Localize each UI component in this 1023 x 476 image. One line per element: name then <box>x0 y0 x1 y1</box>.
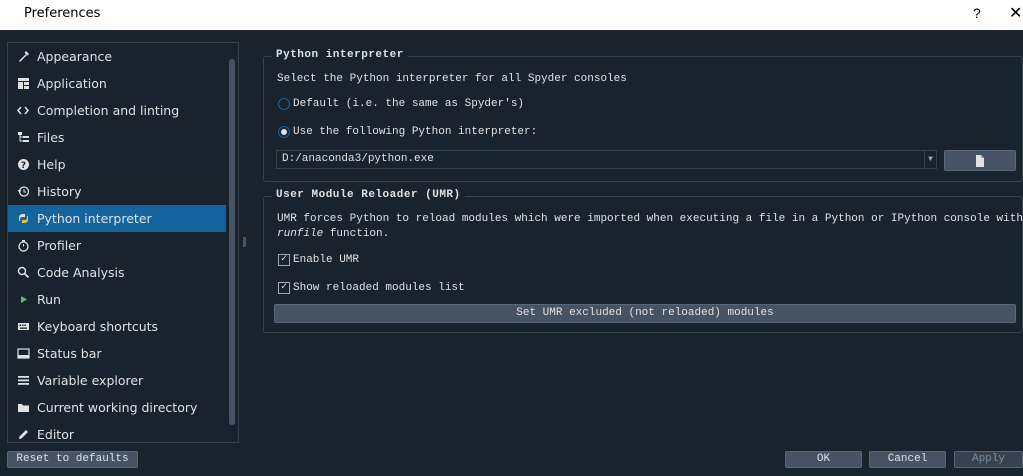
keyboard-icon <box>16 320 30 334</box>
python-interpreter-group: Python interpreter Select the Python int… <box>263 49 1023 182</box>
sidebar-item-label: Code Analysis <box>37 265 125 280</box>
play-icon <box>16 293 30 307</box>
sidebar-item-help[interactable]: ? Help <box>8 151 226 178</box>
default-interpreter-radio[interactable] <box>278 98 290 110</box>
sidebar-item-keyboard-shortcuts[interactable]: Keyboard shortcuts <box>8 313 226 340</box>
sidebar-item-label: Appearance <box>37 49 113 64</box>
file-tree-icon <box>16 131 30 145</box>
history-icon <box>16 185 30 199</box>
sidebar-item-files[interactable]: Files <box>8 124 226 151</box>
sidebar-item-history[interactable]: History <box>8 178 226 205</box>
pencil-icon <box>16 428 30 442</box>
sidebar-item-label: Profiler <box>37 238 82 253</box>
code-icon <box>16 104 30 118</box>
sidebar-item-label: Variable explorer <box>37 373 144 388</box>
runfile-text: runfile <box>277 228 324 240</box>
svg-text:?: ? <box>20 161 25 171</box>
title-bar: Preferences ? ✕ <box>0 0 1023 30</box>
statusbar-icon <box>16 347 30 361</box>
umr-description-end: runfile function. <box>277 228 389 240</box>
group-title: User Module Reloader (UMR) <box>272 189 465 201</box>
list-icon <box>16 374 30 388</box>
show-reloaded-checkbox[interactable]: ✓ <box>278 282 290 294</box>
apply-button[interactable]: Apply <box>954 451 1023 468</box>
window-grid-icon <box>16 77 30 91</box>
sidebar-item-status-bar[interactable]: Status bar <box>8 340 226 367</box>
sidebar-item-current-working-directory[interactable]: Current working directory <box>8 394 226 421</box>
sidebar-item-editor[interactable]: Editor <box>8 421 226 442</box>
paintbrush-icon <box>16 50 30 64</box>
umr-description: UMR forces Python to reload modules whic… <box>277 213 1023 225</box>
sidebar-scrollbar[interactable] <box>227 45 237 441</box>
question-circle-icon: ? <box>16 158 30 172</box>
sidebar-item-label: Editor <box>37 427 74 442</box>
preferences-sidebar: Appearance Application Completion and li… <box>7 42 239 443</box>
sidebar-item-appearance[interactable]: Appearance <box>8 43 226 70</box>
show-reloaded-label[interactable]: Show reloaded modules list <box>293 282 465 294</box>
stopwatch-icon <box>16 239 30 253</box>
preferences-page: Python interpreter Select the Python int… <box>258 42 1023 442</box>
sidebar-item-python-interpreter[interactable]: Python interpreter <box>8 205 226 232</box>
umr-group: User Module Reloader (UMR) UMR forces Py… <box>263 189 1023 333</box>
chevron-down-icon[interactable]: ▼ <box>924 151 936 168</box>
function-text: function. <box>323 228 390 240</box>
custom-interpreter-label[interactable]: Use the following Python interpreter: <box>293 126 537 138</box>
sidebar-item-label: Help <box>37 157 66 172</box>
sidebar-item-label: Keyboard shortcuts <box>37 319 159 334</box>
interpreter-description: Select the Python interpreter for all Sp… <box>277 73 627 85</box>
splitter-grip[interactable] <box>243 237 246 247</box>
default-interpreter-label[interactable]: Default (i.e. the same as Spyder's) <box>293 98 524 110</box>
sidebar-item-label: Python interpreter <box>37 211 152 226</box>
close-button[interactable]: ✕ <box>1009 3 1022 23</box>
sidebar-item-label: Application <box>37 76 107 91</box>
sidebar-item-code-analysis[interactable]: Code Analysis <box>8 259 226 286</box>
sidebar-item-variable-explorer[interactable]: Variable explorer <box>8 367 226 394</box>
custom-interpreter-radio[interactable] <box>278 126 290 138</box>
panel-splitter[interactable] <box>240 42 249 443</box>
group-title: Python interpreter <box>272 49 408 61</box>
browse-interpreter-button[interactable] <box>944 150 1016 171</box>
file-icon <box>975 155 985 171</box>
cancel-button[interactable]: Cancel <box>869 451 946 468</box>
sidebar-item-label: Status bar <box>37 346 102 361</box>
sidebar-scrollbar-handle[interactable] <box>229 59 235 425</box>
interpreter-path-combobox[interactable]: D:/anaconda3/python.exe ▼ <box>276 150 937 169</box>
sidebar-item-profiler[interactable]: Profiler <box>8 232 226 259</box>
sidebar-item-run[interactable]: Run <box>8 286 226 313</box>
sidebar-item-label: Completion and linting <box>37 103 180 118</box>
reset-to-defaults-button[interactable]: Reset to defaults <box>7 451 138 468</box>
sidebar-item-label: Files <box>37 130 65 145</box>
ok-button[interactable]: OK <box>785 451 862 468</box>
help-button[interactable]: ? <box>973 5 981 21</box>
sidebar-item-label: Current working directory <box>37 400 198 415</box>
sidebar-item-label: History <box>37 184 82 199</box>
enable-umr-checkbox[interactable]: ✓ <box>278 254 290 266</box>
set-umr-excluded-button[interactable]: Set UMR excluded (not reloaded) modules <box>274 304 1016 323</box>
magnifier-icon <box>16 266 30 280</box>
python-icon <box>16 212 30 226</box>
interpreter-path-value: D:/anaconda3/python.exe <box>282 153 434 165</box>
enable-umr-label[interactable]: Enable UMR <box>293 254 359 266</box>
sidebar-item-application[interactable]: Application <box>8 70 226 97</box>
sidebar-item-completion-linting[interactable]: Completion and linting <box>8 97 226 124</box>
sidebar-item-label: Run <box>37 292 61 307</box>
sidebar-list: Appearance Application Completion and li… <box>8 43 226 442</box>
folder-icon <box>16 401 30 415</box>
window-title: Preferences <box>24 6 101 21</box>
